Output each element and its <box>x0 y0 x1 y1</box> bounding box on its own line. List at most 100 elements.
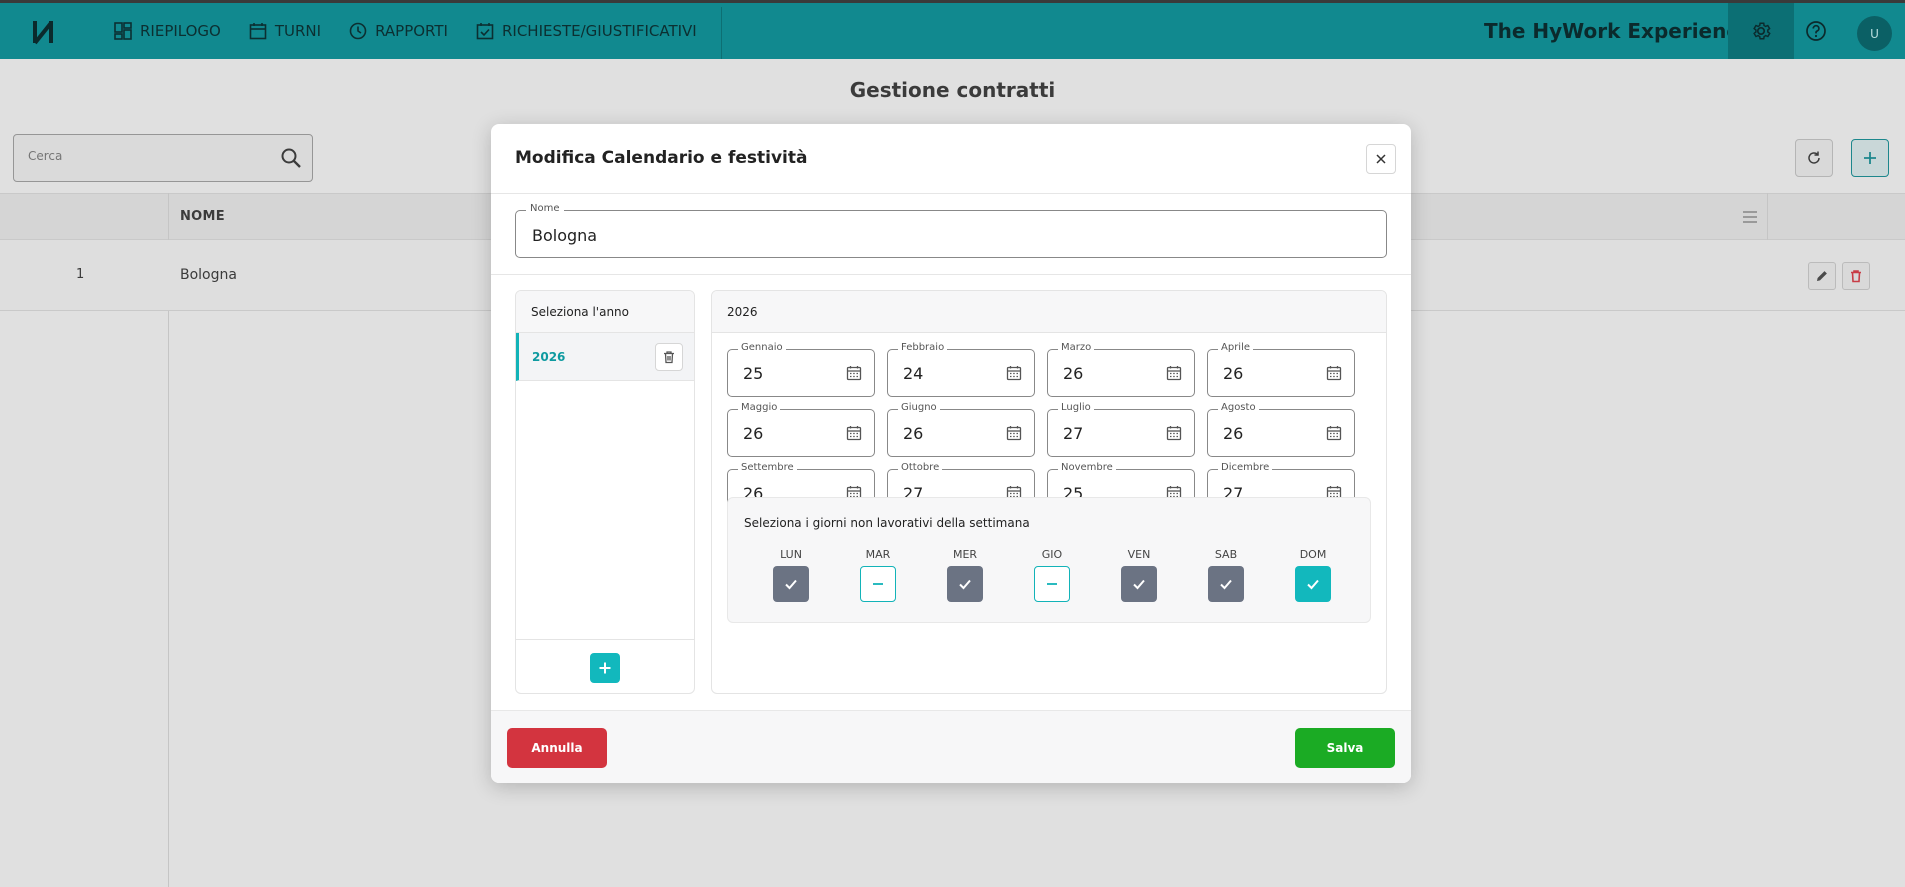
name-field-value: Bologna <box>532 226 598 245</box>
year-panel: Seleziona l'anno 2026 <box>515 290 695 694</box>
check-icon <box>1131 576 1147 592</box>
app-logo[interactable] <box>32 19 54 45</box>
save-button[interactable]: Salva <box>1295 728 1395 768</box>
nav-label: RICHIESTE/GIUSTIFICATIVI <box>501 22 697 40</box>
month-value: 24 <box>903 364 924 383</box>
nav-item-rapporti[interactable]: RAPPORTI <box>335 3 462 59</box>
month-panel-header: 2026 <box>712 291 1386 333</box>
check-icon <box>957 576 973 592</box>
day-ven: VEN <box>1119 548 1159 602</box>
month-label: Gennaio <box>738 342 786 353</box>
check-icon <box>1218 576 1234 592</box>
day-label: MER <box>952 548 978 561</box>
day-gio: GIO <box>1032 548 1072 602</box>
main-nav: RIEPILOGO TURNI RAPPORTI RICHIESTE/GIUST… <box>100 3 711 59</box>
checkbox-calendar-icon <box>476 22 502 40</box>
calendar-icon[interactable] <box>846 365 862 381</box>
month-label: Novembre <box>1058 462 1116 473</box>
delete-year-button[interactable] <box>655 343 683 371</box>
month-value: 27 <box>1063 424 1084 443</box>
divider <box>491 274 1411 275</box>
calendar-icon[interactable] <box>1326 425 1342 441</box>
plus-icon <box>598 661 612 675</box>
year-panel-title: Seleziona l'anno <box>531 305 630 319</box>
month-value: 26 <box>1063 364 1084 383</box>
nav-label: RIEPILOGO <box>140 22 221 40</box>
minus-icon <box>1045 577 1059 591</box>
calendar-icon[interactable] <box>1006 365 1022 381</box>
brand-title: The HyWork Experience <box>1484 19 1752 43</box>
check-icon <box>1305 576 1321 592</box>
year-item-label: 2026 <box>532 350 566 364</box>
day-checkbox-sab[interactable] <box>1208 566 1244 602</box>
help-icon <box>1805 20 1827 42</box>
nav-item-riepilogo[interactable]: RIEPILOGO <box>100 3 235 59</box>
day-dom: DOM <box>1293 548 1333 602</box>
non-working-days-title: Seleziona i giorni non lavorativi della … <box>744 516 1030 530</box>
year-panel-footer <box>516 639 694 693</box>
month-label: Settembre <box>738 462 797 473</box>
close-icon <box>1375 153 1387 165</box>
month-field-maggio[interactable]: Maggio 26 <box>727 402 875 457</box>
settings-button[interactable] <box>1728 3 1794 59</box>
month-value: 25 <box>743 364 764 383</box>
month-value: 26 <box>743 424 764 443</box>
month-label: Ottobre <box>898 462 943 473</box>
nav-label: RAPPORTI <box>375 22 448 40</box>
dialog-title: Modifica Calendario e festività <box>515 148 808 168</box>
non-working-days-box: Seleziona i giorni non lavorativi della … <box>727 497 1371 623</box>
month-value: 26 <box>903 424 924 443</box>
day-checkbox-mar[interactable] <box>860 566 896 602</box>
month-field-aprile[interactable]: Aprile 26 <box>1207 342 1355 397</box>
minus-icon <box>871 577 885 591</box>
calendar-icon[interactable] <box>1326 365 1342 381</box>
month-value: 26 <box>1223 424 1244 443</box>
day-sab: SAB <box>1206 548 1246 602</box>
month-field-gennaio[interactable]: Gennaio 25 <box>727 342 875 397</box>
year-panel-header: Seleziona l'anno <box>516 291 694 333</box>
month-field-luglio[interactable]: Luglio 27 <box>1047 402 1195 457</box>
month-field-febbraio[interactable]: Febbraio 24 <box>887 342 1035 397</box>
clock-icon <box>349 22 375 40</box>
month-label: Maggio <box>738 402 781 413</box>
month-field-marzo[interactable]: Marzo 26 <box>1047 342 1195 397</box>
month-field-giugno[interactable]: Giugno 26 <box>887 402 1035 457</box>
day-checkbox-ven[interactable] <box>1121 566 1157 602</box>
dialog-footer: Annulla Salva <box>491 710 1411 783</box>
month-label: Giugno <box>898 402 940 413</box>
gear-icon <box>1750 20 1772 42</box>
day-mer: MER <box>945 548 985 602</box>
day-checkbox-mer[interactable] <box>947 566 983 602</box>
month-field-agosto[interactable]: Agosto 26 <box>1207 402 1355 457</box>
month-label: Agosto <box>1218 402 1259 413</box>
name-field[interactable]: Nome Bologna <box>515 203 1387 258</box>
day-checkbox-gio[interactable] <box>1034 566 1070 602</box>
day-label: DOM <box>1299 548 1327 561</box>
day-checkbox-lun[interactable] <box>773 566 809 602</box>
nav-item-richieste[interactable]: RICHIESTE/GIUSTIFICATIVI <box>462 3 711 59</box>
dashboard-icon <box>114 22 140 40</box>
nav-item-turni[interactable]: TURNI <box>235 3 335 59</box>
calendar-icon[interactable] <box>1166 365 1182 381</box>
calendar-icon[interactable] <box>1166 425 1182 441</box>
month-label: Dicembre <box>1218 462 1273 473</box>
help-button[interactable] <box>1802 17 1830 45</box>
day-mar: MAR <box>858 548 898 602</box>
calendar-icon[interactable] <box>1006 425 1022 441</box>
day-checkbox-dom[interactable] <box>1295 566 1331 602</box>
month-label: Luglio <box>1058 402 1094 413</box>
calendar-icon[interactable] <box>846 425 862 441</box>
close-button[interactable] <box>1366 144 1396 174</box>
add-year-button[interactable] <box>590 653 620 683</box>
day-label: MAR <box>865 548 891 561</box>
day-label: SAB <box>1214 548 1238 561</box>
year-item-2026[interactable]: 2026 <box>516 333 694 381</box>
month-label: Aprile <box>1218 342 1254 353</box>
trash-icon <box>662 350 676 364</box>
cancel-button[interactable]: Annulla <box>507 728 607 768</box>
user-avatar[interactable]: U <box>1857 16 1892 51</box>
day-label: GIO <box>1041 548 1063 561</box>
day-label: VEN <box>1127 548 1151 561</box>
day-lun: LUN <box>771 548 811 602</box>
nav-divider <box>721 7 722 59</box>
